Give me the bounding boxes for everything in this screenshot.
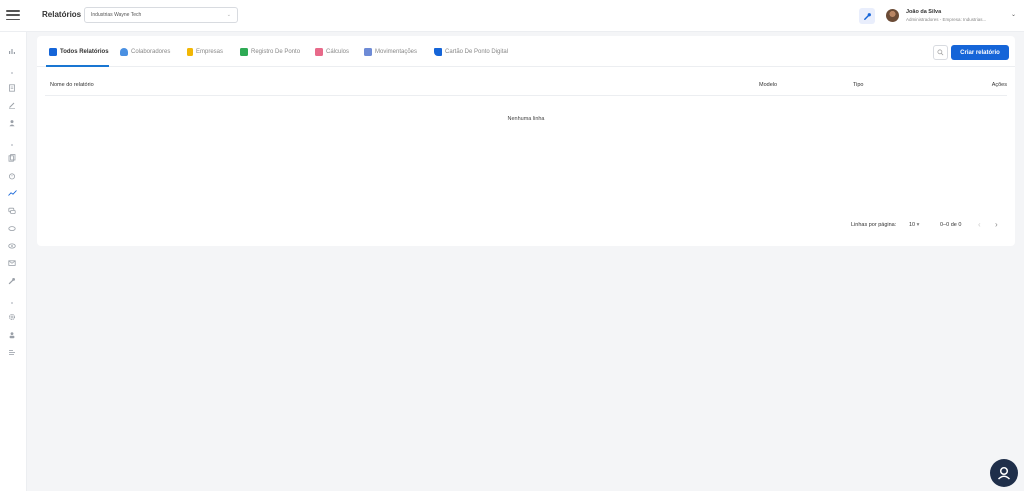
caret-down-icon: ▾	[916, 222, 920, 228]
separator-dot	[11, 72, 13, 74]
alarm-icon[interactable]	[7, 171, 17, 181]
mail-icon[interactable]	[7, 258, 17, 268]
tab-bar: Todos Relatórios Colaboradores Empresas …	[37, 36, 1015, 67]
person-icon[interactable]	[7, 330, 17, 340]
chevron-down-icon: ⌄	[226, 12, 231, 18]
move-icon	[364, 48, 372, 56]
hamburger-menu-icon[interactable]	[6, 8, 20, 22]
tab-movimentacoes[interactable]: Movimentações	[364, 47, 417, 57]
create-report-button[interactable]: Criar relatório	[951, 45, 1009, 60]
active-tab-indicator	[46, 65, 109, 67]
top-bar: Relatórios Industrias Wayne Tech ⌄ João …	[0, 0, 1024, 32]
rows-per-page-select[interactable]: 10 ▾	[909, 222, 919, 228]
column-header-modelo[interactable]: Modelo	[759, 82, 777, 88]
tab-cartao-de-ponto-digital[interactable]: Cartão De Ponto Digital	[434, 47, 508, 57]
tab-empresas[interactable]: Empresas	[187, 47, 223, 57]
column-header-acoes: Ações	[991, 82, 1007, 88]
tools-button[interactable]	[859, 8, 875, 24]
tab-calculos[interactable]: Cálculos	[315, 47, 349, 57]
tab-colaboradores[interactable]: Colaboradores	[120, 47, 170, 57]
rows-per-page-value: 10	[909, 222, 916, 228]
rows-per-page-label: Linhas por página:	[851, 222, 897, 228]
company-select-value: Industrias Wayne Tech	[91, 12, 142, 18]
tab-label: Todos Relatórios	[60, 49, 109, 55]
reports-card: Todos Relatórios Colaboradores Empresas …	[37, 36, 1015, 246]
calculator-icon	[315, 48, 323, 56]
eye-icon[interactable]	[7, 241, 17, 251]
trend-icon[interactable]	[7, 188, 17, 198]
wrench-icon	[863, 12, 871, 20]
next-page-icon[interactable]: ›	[995, 220, 998, 229]
clock-icon	[240, 48, 248, 56]
user-name: João da Silva	[906, 9, 942, 15]
tab-label: Registro De Ponto	[251, 49, 301, 55]
tab-label: Cálculos	[326, 49, 350, 55]
column-header-nome[interactable]: Nome do relatório	[50, 82, 94, 88]
files-icon[interactable]	[7, 153, 17, 163]
pen-icon[interactable]	[7, 100, 17, 110]
chart-icon[interactable]	[7, 46, 17, 56]
separator-dot	[11, 144, 13, 146]
wrench-icon[interactable]	[7, 276, 17, 286]
table-header: Nome do relatório Modelo Tipo Ações	[45, 76, 1007, 96]
page-title: Relatórios	[42, 10, 82, 19]
separator-dot	[11, 302, 13, 304]
support-fab-button[interactable]	[990, 459, 1018, 487]
card-edit-icon	[434, 48, 442, 56]
tab-label: Colaboradores	[131, 49, 171, 55]
column-header-tipo[interactable]: Tipo	[853, 82, 864, 88]
search-button[interactable]	[933, 45, 948, 60]
chevron-down-icon: ⌄	[1010, 12, 1016, 18]
tab-todos-relatorios[interactable]: Todos Relatórios	[49, 47, 109, 57]
cloud-icon[interactable]	[7, 223, 17, 233]
user-icon[interactable]	[7, 118, 17, 128]
user-menu[interactable]: João da Silva Administradores - Empresa:…	[882, 5, 1018, 27]
empty-state-text: Nenhuma linha	[507, 116, 545, 122]
tab-registro-de-ponto[interactable]: Registro De Ponto	[240, 47, 300, 57]
chat-icon[interactable]	[7, 206, 17, 216]
gear-icon[interactable]	[7, 312, 17, 322]
pagination-range: 0–0 de 0	[940, 222, 962, 228]
previous-page-icon[interactable]: ‹	[978, 220, 981, 229]
tab-label: Cartão De Ponto Digital	[445, 49, 509, 55]
user-role: Administradores - Empresa: Industrias...	[906, 17, 987, 22]
sidebar	[0, 32, 27, 491]
document-icon[interactable]	[7, 83, 17, 93]
person-support-icon	[997, 466, 1011, 480]
avatar	[886, 9, 899, 22]
building-icon	[187, 48, 193, 56]
list-icon[interactable]	[7, 347, 17, 357]
tab-label: Movimentações	[375, 49, 418, 55]
grid-icon	[49, 48, 57, 56]
tab-label: Empresas	[196, 49, 224, 55]
users-icon	[120, 48, 128, 56]
search-icon	[937, 49, 944, 56]
company-select[interactable]: Industrias Wayne Tech ⌄	[84, 7, 238, 23]
